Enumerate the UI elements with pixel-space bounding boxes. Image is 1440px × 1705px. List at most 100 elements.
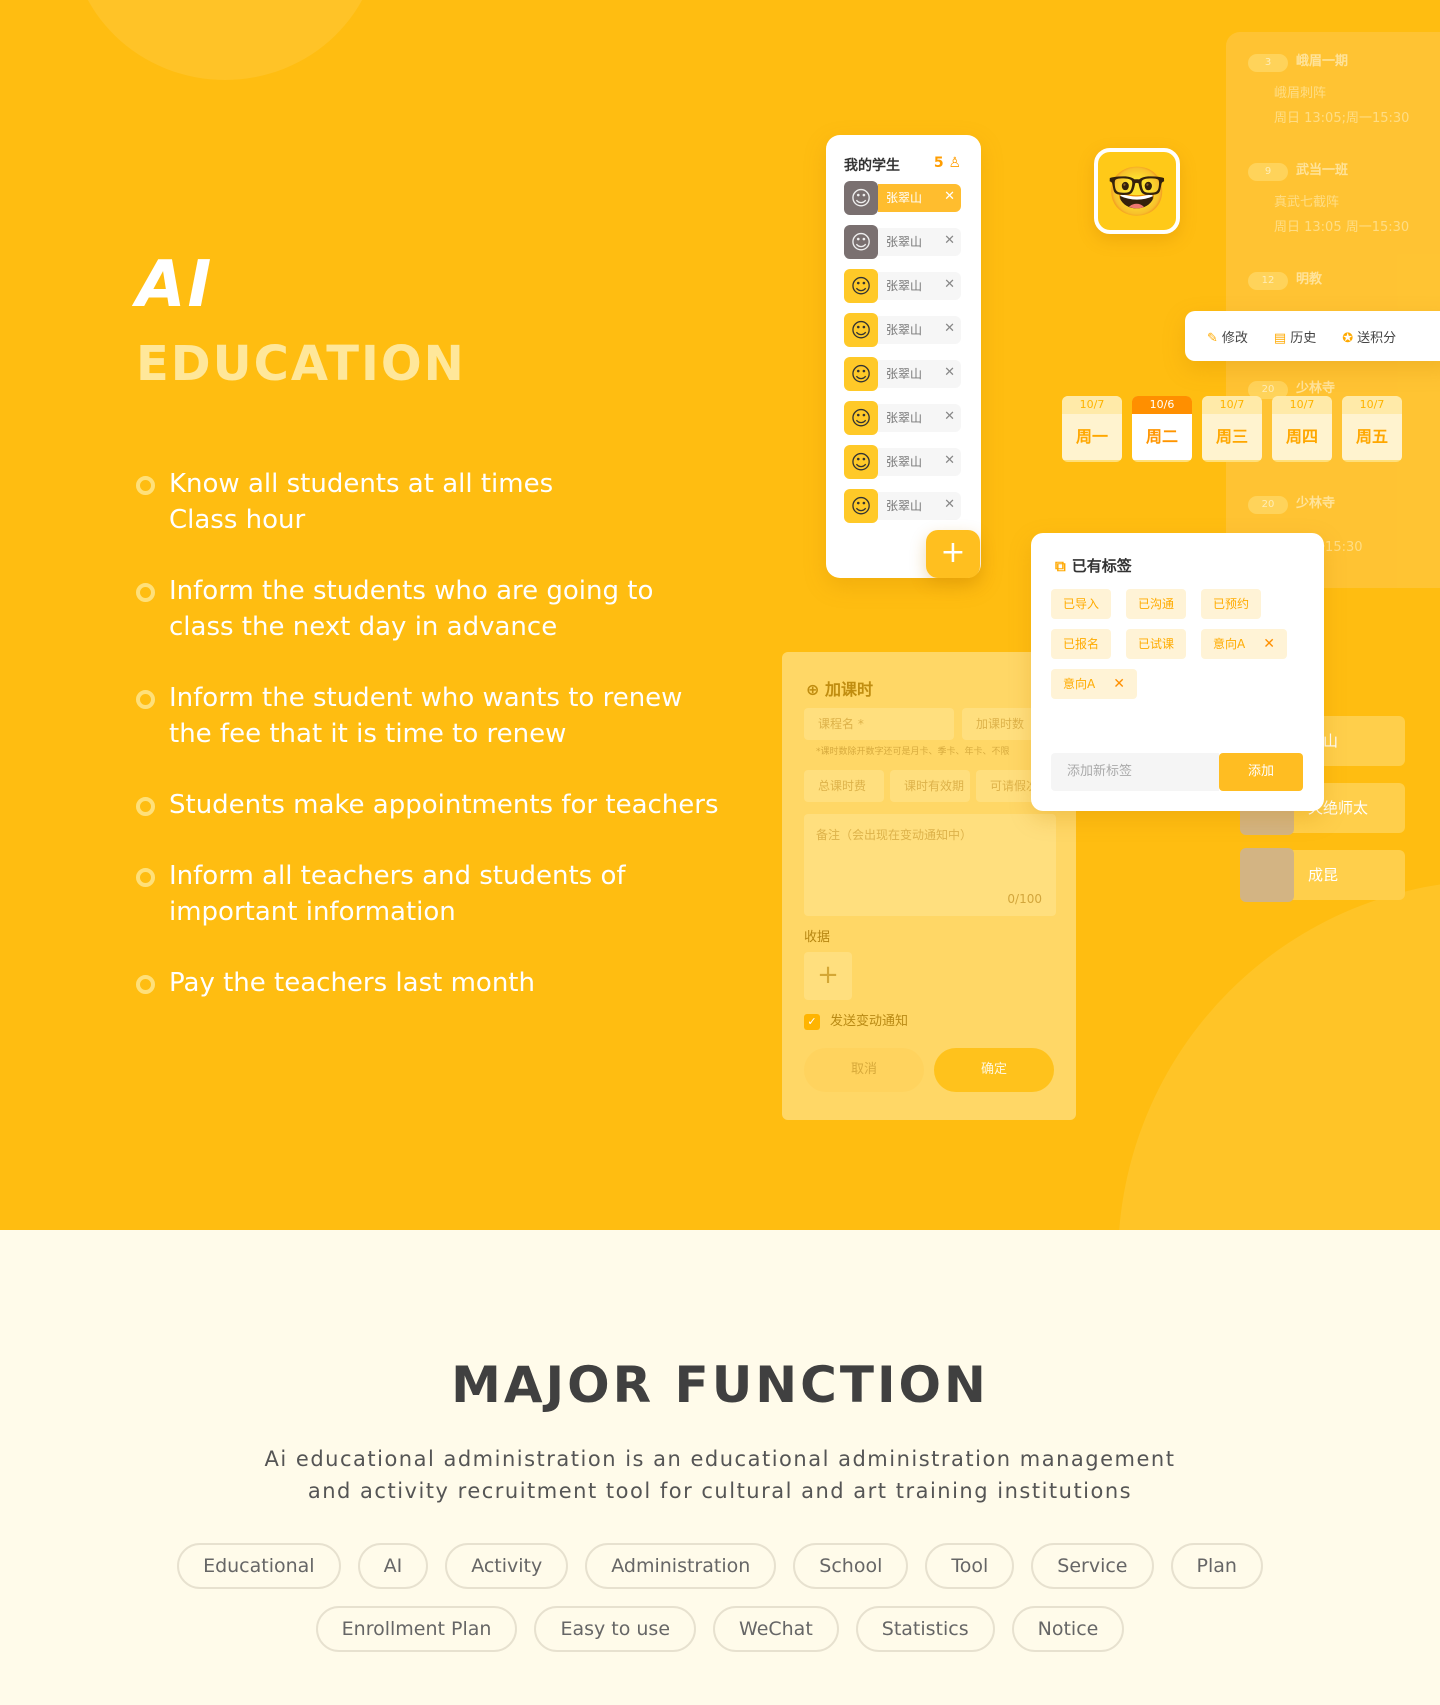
keyword-chip: Administration — [585, 1543, 777, 1589]
valid-period-field[interactable]: 课时有效期 — [890, 770, 970, 802]
add-student-button[interactable]: + — [926, 530, 980, 578]
new-tag-input[interactable]: 添加新标签 — [1051, 753, 1219, 791]
student-avatar: ☺ — [844, 357, 878, 391]
student-avatar: ☺ — [844, 225, 878, 259]
student-row[interactable]: ☺ 张翠山 ✕ — [844, 181, 961, 215]
student-row[interactable]: ☺ 张翠山 ✕ — [844, 313, 961, 347]
upload-receipt-button[interactable]: + — [804, 952, 852, 1000]
remove-icon[interactable]: ✕ — [944, 365, 955, 380]
tag-chip[interactable]: 已预约 — [1201, 589, 1262, 619]
day-date: 10/7 — [1062, 396, 1122, 414]
remark-textarea[interactable]: 备注（会出现在变动通知中） 0/100 — [804, 814, 1056, 916]
hero-title-ai: AI — [136, 248, 214, 322]
schedule-title: 武当一班 — [1296, 163, 1349, 178]
remove-icon[interactable]: ✕ — [944, 233, 955, 248]
tag-chip[interactable]: 已导入 — [1051, 589, 1112, 619]
plus-circle-icon: ⊕ — [806, 680, 820, 699]
decorative-circle — [70, 0, 380, 80]
notify-label: 发送变动通知 — [830, 1014, 909, 1029]
schedule-title: 少林寺 — [1296, 381, 1336, 396]
tags-panel: ⧉ 已有标签 已导入 已沟通 已预约 已报名 已试课 意向A ✕ 意向A ✕ 添加新标… — [1031, 533, 1324, 811]
day-weekday: 周四 — [1272, 414, 1332, 460]
description-line: and activity recruitment tool for cultur… — [307, 1479, 1133, 1503]
form-title-text: 加课时 — [824, 680, 873, 699]
remove-icon[interactable]: ✕ — [944, 409, 955, 424]
student-avatar: ☺ — [844, 269, 878, 303]
student-row[interactable]: ☺ 张翠山 ✕ — [844, 357, 961, 391]
add-tag-button[interactable]: 添加 — [1219, 753, 1303, 791]
tag-chip-removable[interactable]: 意向A ✕ — [1201, 629, 1287, 659]
feature-list: Know all students at all times Class hou… — [136, 466, 776, 1036]
student-row[interactable]: ☺ 张翠山 ✕ — [844, 225, 961, 259]
tag-chip[interactable]: 已沟通 — [1126, 589, 1187, 619]
confirm-button[interactable]: 确定 — [934, 1048, 1054, 1092]
student-avatar: ☺ — [844, 181, 878, 215]
history-icon: ▤ — [1273, 330, 1287, 346]
receipt-label: 收据 — [804, 930, 831, 945]
schedule-title: 明教 — [1296, 272, 1323, 287]
checkbox-icon: ✓ — [804, 1014, 820, 1030]
day-tab[interactable]: 10/6 周二 — [1132, 396, 1192, 462]
history-label: 历史 — [1290, 330, 1317, 346]
student-row[interactable]: ☺ 张翠山 ✕ — [844, 269, 961, 303]
edit-button[interactable]: ✎ 修改 — [1207, 327, 1248, 346]
remove-icon[interactable]: ✕ — [1113, 676, 1125, 692]
student-avatar: ☺ — [844, 489, 878, 523]
keyword-chips-row: Enrollment Plan Easy to use WeChat Stati… — [0, 1606, 1440, 1652]
keyword-chip: Plan — [1170, 1543, 1263, 1589]
tag-chip-removable[interactable]: 意向A ✕ — [1051, 669, 1137, 699]
total-fee-field[interactable]: 总课时费 — [804, 770, 884, 802]
day-selector: 10/7 周一 10/6 周二 10/7 周三 10/7 周四 10/7 周五 — [1062, 396, 1402, 462]
keyword-chip: WeChat — [713, 1606, 839, 1652]
day-date: 10/6 — [1132, 396, 1192, 414]
points-label: 送积分 — [1357, 330, 1397, 346]
feature-item: Pay the teachers last month — [136, 965, 776, 1001]
student-row[interactable]: ☺ 张翠山 ✕ — [844, 489, 961, 523]
tags-title-text: 已有标签 — [1071, 557, 1132, 575]
student-row[interactable]: ☺ 张翠山 ✕ — [844, 401, 961, 435]
give-points-button[interactable]: ✪ 送积分 — [1342, 327, 1396, 346]
keyword-chip: Statistics — [855, 1606, 995, 1652]
schedule-badge: 20 — [1248, 496, 1288, 514]
remove-icon[interactable]: ✕ — [944, 453, 955, 468]
tag-chip[interactable]: 已报名 — [1051, 629, 1112, 659]
hero-section: AI EDUCATION Know all students at all ti… — [0, 0, 1440, 1230]
user-icon: ♙ — [948, 155, 961, 171]
keyword-chip: School — [793, 1543, 909, 1589]
remove-icon[interactable]: ✕ — [944, 189, 955, 204]
day-tab[interactable]: 10/7 周四 — [1272, 396, 1332, 462]
student-row[interactable]: ☺ 张翠山 ✕ — [844, 445, 961, 479]
schedule-item[interactable]: 3 峨眉一期 峨眉刺阵 周日 13:05;周一15:30 — [1248, 50, 1440, 126]
feature-text: Students make appointments for teachers — [169, 790, 719, 820]
schedule-list: 3 峨眉一期 峨眉刺阵 周日 13:05;周一15:30 9 武当一班 真武七截阵 … — [1226, 32, 1440, 588]
schedule-line: 周日 13:05 周一15:30 — [1274, 220, 1410, 235]
feature-text: Pay the teachers last month — [169, 968, 535, 998]
day-tab[interactable]: 10/7 周一 — [1062, 396, 1122, 462]
teacher-item[interactable]: 成昆 — [1240, 848, 1405, 902]
keyword-chip: Educational — [177, 1543, 341, 1589]
edit-label: 修改 — [1221, 330, 1248, 346]
notify-checkbox[interactable]: ✓ 发送变动通知 — [804, 1010, 908, 1030]
medal-icon: ✪ — [1342, 330, 1354, 346]
bullet-icon — [136, 690, 155, 709]
bullet-icon — [136, 868, 155, 887]
remove-icon[interactable]: ✕ — [944, 497, 955, 512]
keyword-chip: Enrollment Plan — [315, 1606, 518, 1652]
day-weekday: 周一 — [1062, 414, 1122, 460]
bullet-icon — [136, 797, 155, 816]
feature-text: Know all students at all times Class hou… — [169, 469, 554, 535]
teacher-name: 成昆 — [1308, 866, 1339, 884]
history-button[interactable]: ▤ 历史 — [1274, 327, 1316, 346]
remove-icon[interactable]: ✕ — [1263, 636, 1275, 652]
day-tab[interactable]: 10/7 周五 — [1342, 396, 1402, 462]
tag-chip[interactable]: 已试课 — [1126, 629, 1187, 659]
cancel-button[interactable]: 取消 — [804, 1048, 924, 1092]
day-tab[interactable]: 10/7 周三 — [1202, 396, 1262, 462]
remove-icon[interactable]: ✕ — [944, 277, 955, 292]
day-weekday: 周五 — [1342, 414, 1402, 460]
major-function-description: Ai educational administration is an educ… — [220, 1443, 1220, 1507]
course-name-field[interactable]: 课程名 * — [804, 708, 954, 740]
remove-icon[interactable]: ✕ — [944, 321, 955, 336]
schedule-item[interactable]: 12 明教 — [1248, 268, 1440, 290]
schedule-item[interactable]: 9 武当一班 真武七截阵 周日 13:05 周一15:30 — [1248, 159, 1440, 235]
